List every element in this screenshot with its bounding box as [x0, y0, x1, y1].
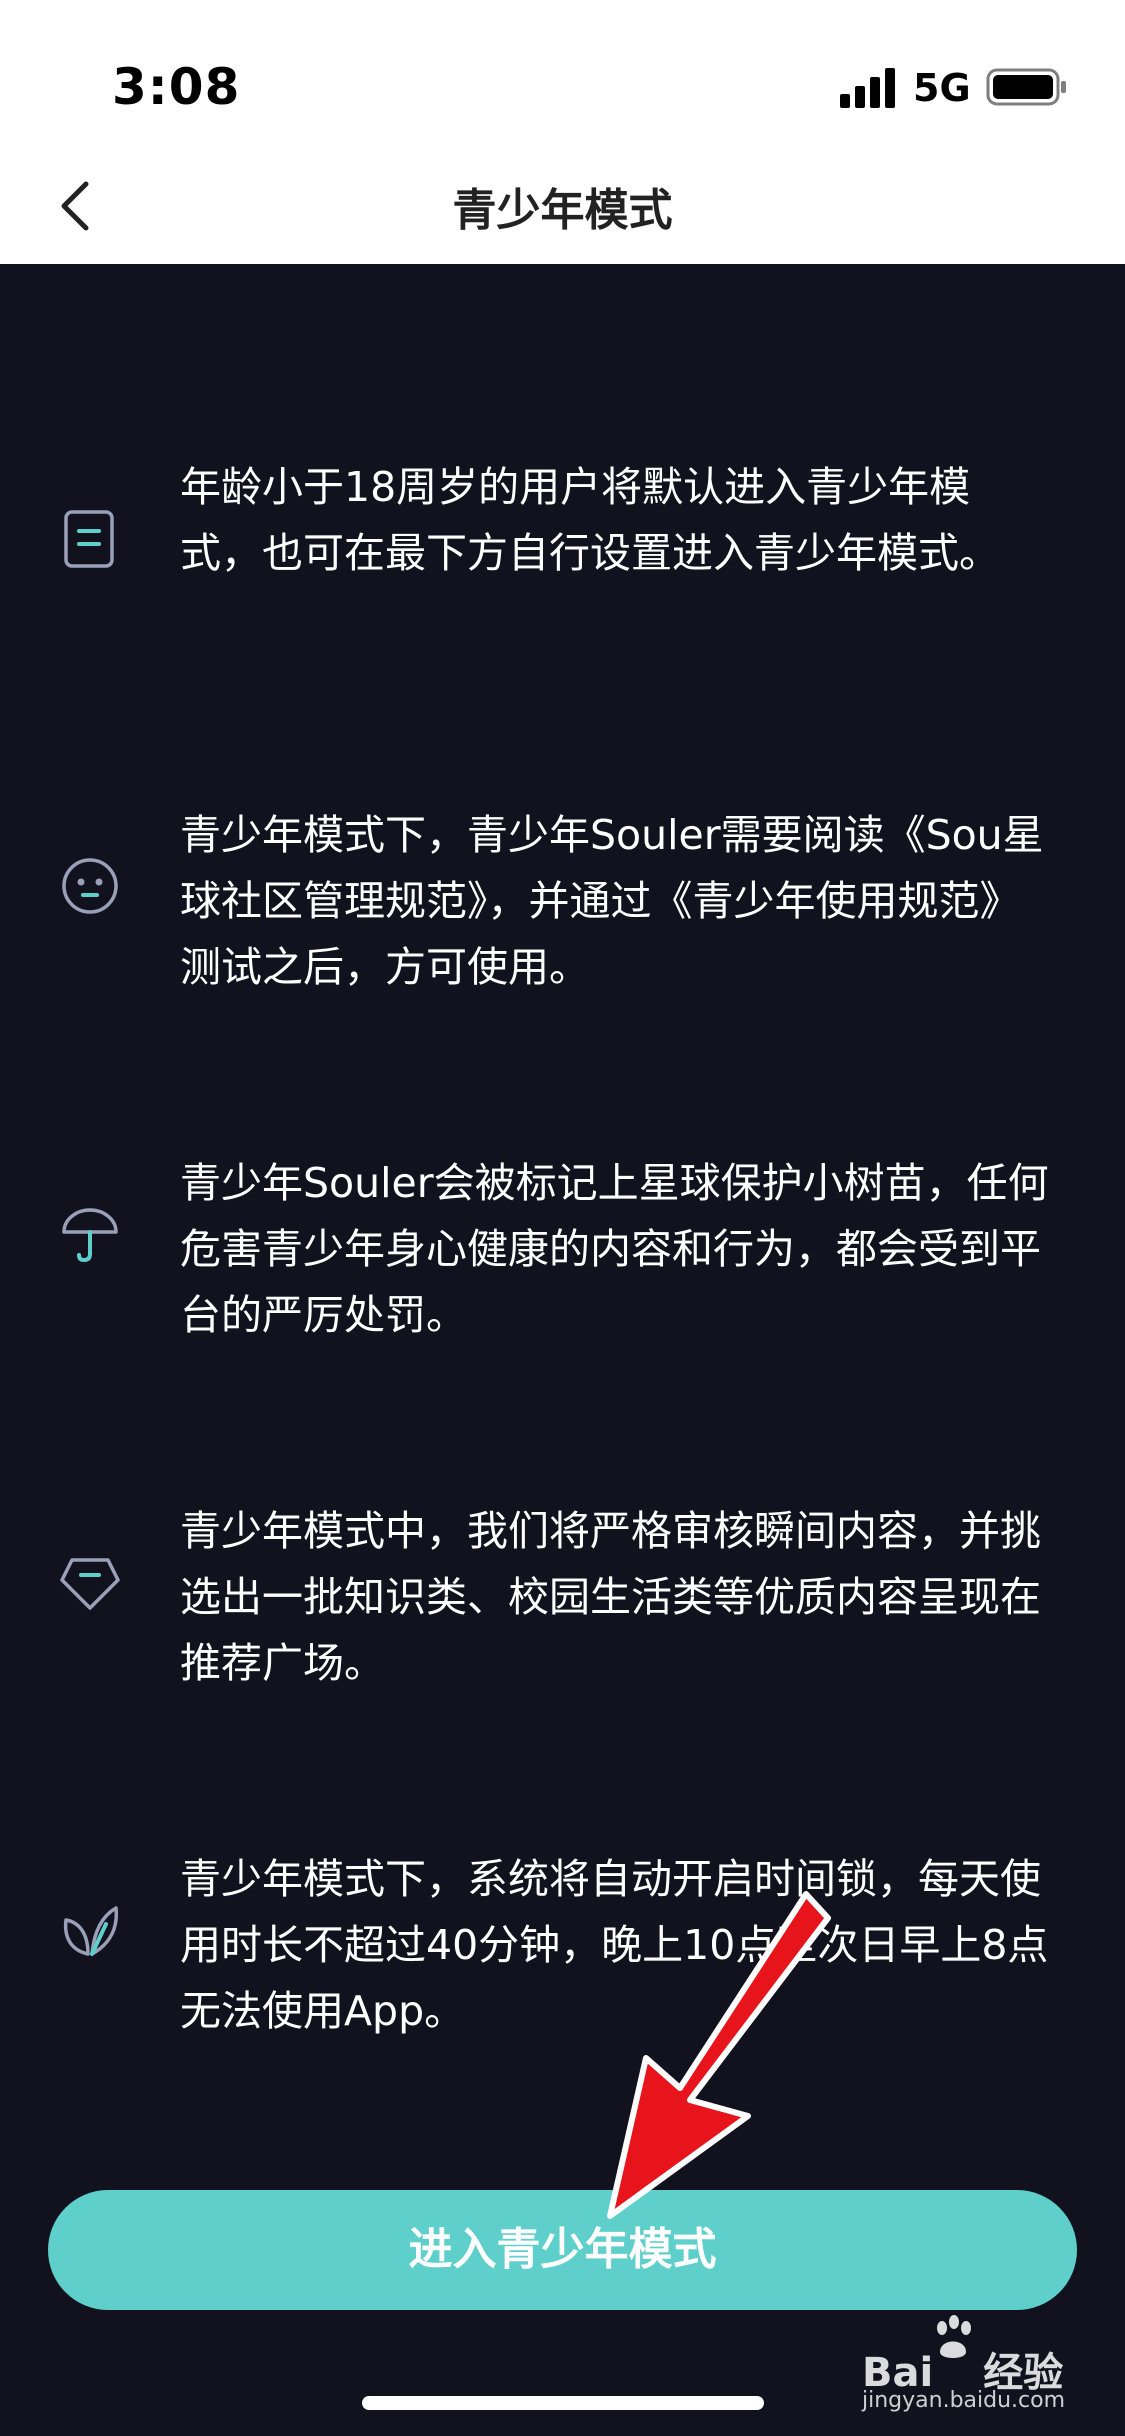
baidu-watermark: Bai 经验 jingyan.baidu.com: [862, 2310, 1072, 2413]
battery-icon: [986, 68, 1066, 106]
rule-text: 青少年模式下，系统将自动开启时间锁，每天使用时长不超过40分钟，晚上10点至次日…: [180, 1855, 1049, 2035]
umbrella-icon: [62, 1208, 118, 1263]
baidu-paw-icon: [937, 2315, 971, 2358]
status-bar: 3:08 5G: [0, 0, 1125, 150]
nav-bar: 青少年模式: [0, 150, 1125, 264]
rule-text: 青少年Souler会被标记上星球保护小树苗，任何危害青少年身心健康的内容和行为，…: [180, 1159, 1049, 1339]
enter-teen-mode-button[interactable]: 进入青少年模式: [48, 2190, 1077, 2310]
content-area: 年龄小于18周岁的用户将默认进入青少年模式，也可在最下方自行设置进入青少年模式。…: [0, 264, 1125, 2436]
rule-text: 年龄小于18周岁的用户将默认进入青少年模式，也可在最下方自行设置进入青少年模式。: [180, 463, 1000, 577]
status-time: 3:08: [112, 58, 241, 116]
diamond-icon: [60, 1558, 120, 1610]
network-label: 5G: [913, 66, 971, 110]
smiley-face-icon: [62, 858, 118, 914]
document-icon: [64, 510, 114, 568]
rule-text: 青少年模式中，我们将严格审核瞬间内容，并挑选出一批知识类、校园生活类等优质内容呈…: [180, 1507, 1041, 1687]
home-indicator[interactable]: [362, 2396, 764, 2410]
baidu-site-text: jingyan.baidu.com: [862, 2388, 1066, 2413]
signal-icon: [840, 68, 895, 108]
rule-text: 青少年模式下，青少年Souler需要阅读《Sou星球社区管理规范》，并通过《青少…: [180, 811, 1044, 991]
page-title: 青少年模式: [452, 185, 673, 236]
leaf-icon: [63, 1906, 119, 1956]
